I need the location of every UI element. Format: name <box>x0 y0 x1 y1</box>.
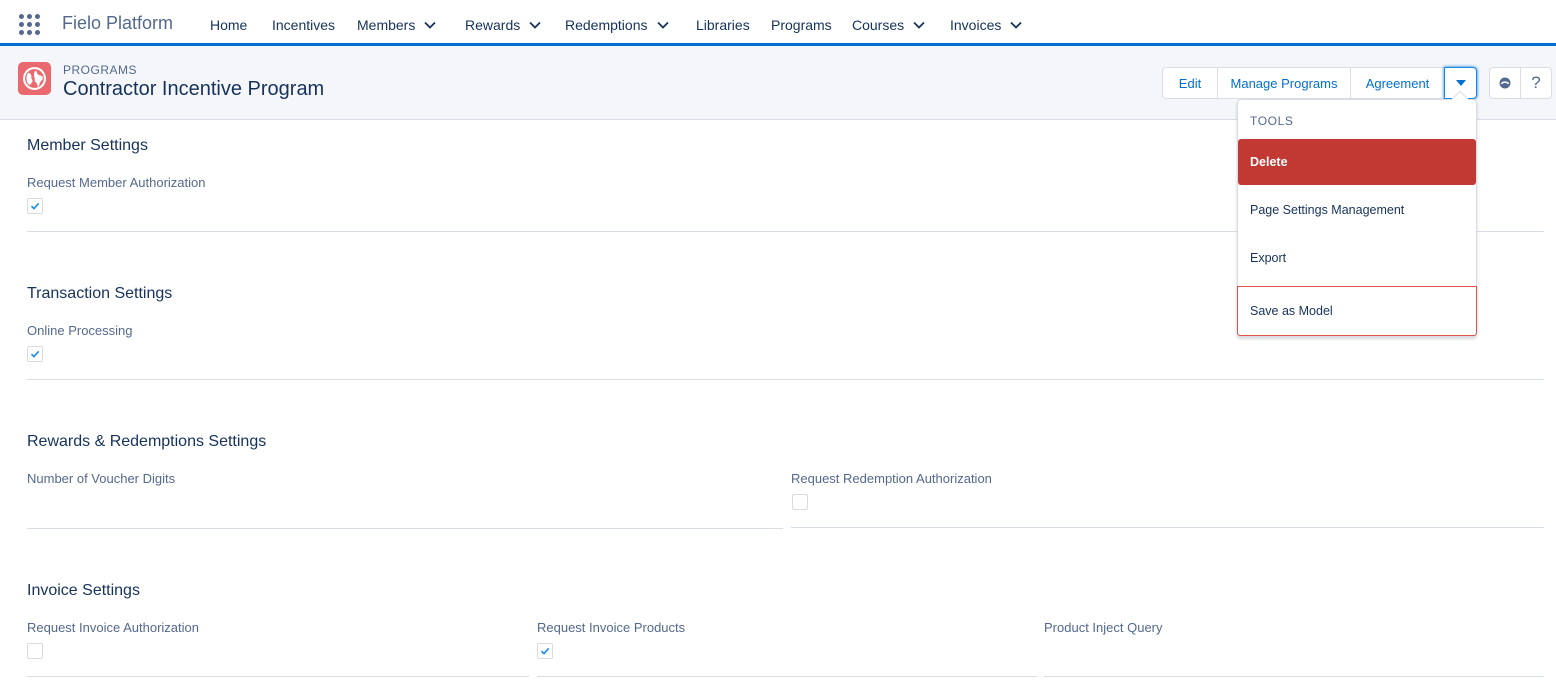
manage-programs-button[interactable]: Manage Programs <box>1217 67 1351 99</box>
checkmark-icon <box>30 202 40 210</box>
online-processing-checkbox[interactable] <box>27 346 43 362</box>
tools-menu-heading: TOOLS <box>1250 114 1294 128</box>
agreement-button[interactable]: Agreement <box>1350 67 1445 99</box>
chevron-down-icon[interactable] <box>656 19 669 31</box>
app-launcher-icon[interactable] <box>19 14 40 35</box>
field-label-online-processing: Online Processing <box>27 323 133 338</box>
nav-item-redemptions[interactable]: Redemptions <box>565 16 669 34</box>
field-divider <box>27 528 783 529</box>
page-settings-management-menu-item[interactable]: Page Settings Management <box>1238 187 1476 233</box>
nav-item-incentives[interactable]: Incentives <box>272 16 335 34</box>
checkmark-icon <box>540 647 550 655</box>
nav-item-label: Home <box>210 17 248 33</box>
coin-icon <box>1499 77 1511 89</box>
nav-item-home[interactable]: Home <box>210 16 247 34</box>
tools-dropdown-menu: TOOLS Delete Page Settings Management Ex… <box>1237 90 1477 337</box>
nav-item-programs[interactable]: Programs <box>771 16 832 34</box>
request-member-authorization-checkbox[interactable] <box>27 198 43 214</box>
field-label-product-inject-query: Product Inject Query <box>1044 620 1163 635</box>
object-type-label: PROGRAMS <box>63 63 138 77</box>
save-as-model-menu-item[interactable]: Save as Model <box>1237 286 1477 336</box>
page-title: Contractor Incentive Program <box>63 78 325 100</box>
nav-item-courses[interactable]: Courses <box>852 16 925 34</box>
field-divider <box>537 676 1037 677</box>
section-title-member-settings: Member Settings <box>27 137 148 154</box>
chevron-down-icon[interactable] <box>1010 19 1022 31</box>
nav-item-label: Courses <box>852 17 905 33</box>
nav-item-rewards[interactable]: Rewards <box>465 16 541 34</box>
nav-item-invoices[interactable]: Invoices <box>950 16 1022 34</box>
section-title-transaction-settings: Transaction Settings <box>27 285 173 302</box>
chevron-down-icon[interactable] <box>913 19 925 31</box>
record-actions: Edit Manage Programs Agreement <box>1162 67 1477 99</box>
nav-item-label: Libraries <box>696 17 750 33</box>
field-divider <box>791 527 1544 528</box>
nav-item-label: Programs <box>771 17 832 33</box>
field-label-request-invoice-products: Request Invoice Products <box>537 620 686 635</box>
top-navigation: Fielo Platform Home Incentives Members R… <box>0 0 1556 46</box>
section-title-invoice-settings: Invoice Settings <box>27 582 140 599</box>
nav-item-label: Invoices <box>950 17 1002 33</box>
question-icon[interactable]: ? <box>1520 67 1552 99</box>
field-divider <box>1044 676 1544 677</box>
nav-item-label: Incentives <box>272 17 336 33</box>
nav-item-libraries[interactable]: Libraries <box>696 16 750 34</box>
nav-item-label: Redemptions <box>565 17 648 33</box>
globe-icon <box>18 62 51 95</box>
export-menu-item[interactable]: Export <box>1238 235 1476 281</box>
nav-item-label: Rewards <box>465 17 521 33</box>
utility-buttons: ? <box>1489 67 1552 99</box>
field-label-request-member-authorization: Request Member Authorization <box>27 175 206 190</box>
request-redemption-authorization-checkbox[interactable] <box>792 494 808 510</box>
help-guide-button[interactable] <box>1489 67 1521 99</box>
delete-menu-item[interactable]: Delete <box>1238 139 1476 185</box>
nav-item-label: Members <box>357 17 416 33</box>
request-invoice-products-checkbox[interactable] <box>537 643 553 659</box>
request-invoice-authorization-checkbox[interactable] <box>27 643 43 659</box>
app-name: Fielo Platform <box>62 13 174 33</box>
field-label-number-of-voucher-digits: Number of Voucher Digits <box>27 471 176 486</box>
edit-button[interactable]: Edit <box>1162 67 1218 99</box>
field-divider <box>27 676 529 677</box>
field-label-request-redemption-authorization: Request Redemption Authorization <box>791 471 992 486</box>
chevron-down-icon[interactable] <box>529 19 541 31</box>
field-label-request-invoice-authorization: Request Invoice Authorization <box>27 620 199 635</box>
checkmark-icon <box>30 350 40 358</box>
section-title-rewards-redemptions-settings: Rewards & Redemptions Settings <box>27 433 267 450</box>
caret-down-icon <box>1455 80 1466 86</box>
nav-item-members[interactable]: Members <box>357 16 436 34</box>
section-divider <box>27 379 1544 380</box>
chevron-down-icon[interactable] <box>424 19 436 31</box>
